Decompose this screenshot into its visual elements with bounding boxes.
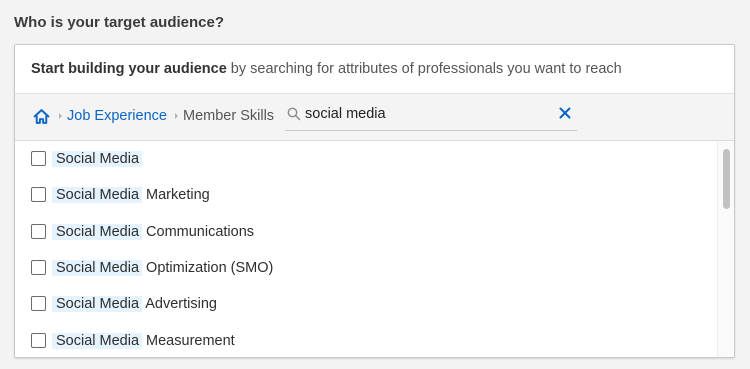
intro-rest: by searching for attributes of professio… (226, 61, 622, 77)
breadcrumb: Job Experience Member Skills (15, 94, 734, 141)
breadcrumb-link-job-experience[interactable]: Job Experience (67, 108, 167, 124)
match-highlight: Social Media (52, 224, 143, 240)
checkbox[interactable] (31, 187, 46, 202)
chevron-right-icon (175, 113, 178, 119)
item-rest: Measurement (142, 333, 235, 349)
list-item[interactable]: Social Media Optimization (SMO) (15, 250, 714, 286)
results-list: Social Media Social Media Marketing Soci… (15, 141, 734, 357)
checkbox[interactable] (31, 224, 46, 239)
item-rest: Marketing (142, 187, 210, 203)
search-input[interactable] (305, 103, 545, 125)
item-label: Social Media Measurement (52, 330, 235, 352)
list-item[interactable]: Social Media Advertising (15, 286, 714, 322)
search-icon (287, 107, 301, 121)
close-icon[interactable] (559, 107, 571, 119)
item-label: Social Media Advertising (52, 293, 217, 315)
match-highlight: Social Media (52, 187, 143, 203)
scrollbar[interactable] (717, 141, 734, 357)
page-title: Who is your target audience? (14, 14, 225, 31)
item-label: Social Media (52, 148, 143, 170)
search-field (285, 100, 577, 131)
list-item[interactable]: Social Media Communications (15, 214, 714, 250)
audience-panel: Start building your audience by searchin… (14, 44, 735, 358)
list-item[interactable]: Social Media Marketing (15, 177, 714, 213)
checkbox[interactable] (31, 260, 46, 275)
list-item[interactable]: Social Media (15, 141, 714, 177)
chevron-right-icon (59, 113, 62, 119)
match-highlight: Social Media (52, 296, 143, 312)
item-label: Social Media Optimization (SMO) (52, 257, 274, 279)
checkbox[interactable] (31, 151, 46, 166)
intro-bold: Start building your audience (31, 61, 227, 77)
item-rest: Communications (142, 224, 255, 240)
item-label: Social Media Marketing (52, 184, 210, 206)
item-label: Social Media Communications (52, 221, 255, 243)
checkbox[interactable] (31, 296, 46, 311)
intro-text: Start building your audience by searchin… (31, 61, 622, 77)
breadcrumb-current: Member Skills (183, 108, 275, 124)
match-highlight: Social Media (52, 151, 143, 167)
home-icon[interactable] (33, 108, 50, 125)
item-rest: Advertising (142, 296, 217, 312)
checkbox[interactable] (31, 333, 46, 348)
scrollbar-thumb[interactable] (723, 149, 730, 209)
list-item[interactable]: Social Media Measurement (15, 323, 714, 357)
item-rest: Optimization (SMO) (142, 260, 274, 276)
match-highlight: Social Media (52, 260, 143, 276)
match-highlight: Social Media (52, 333, 143, 349)
